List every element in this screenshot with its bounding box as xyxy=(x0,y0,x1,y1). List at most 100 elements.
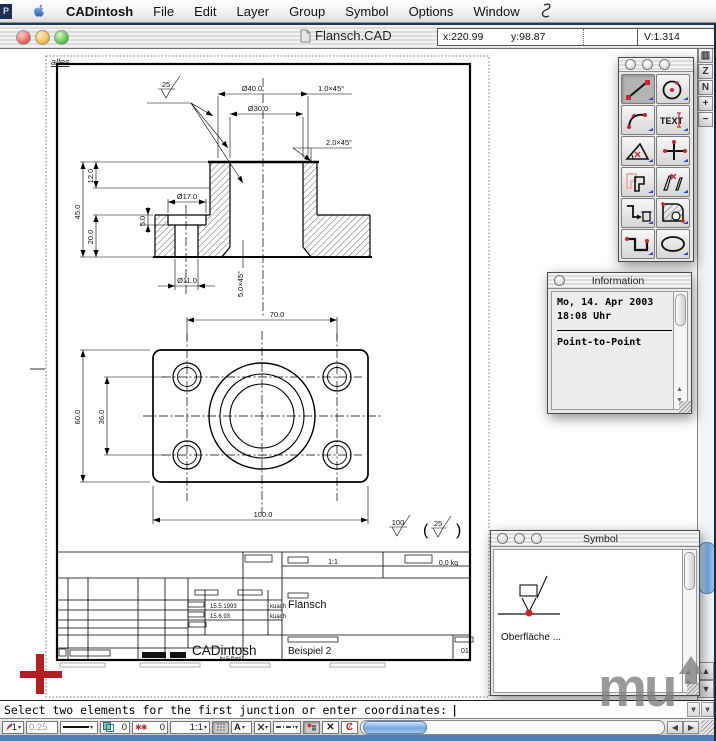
tb-name2: kuach xyxy=(270,614,286,620)
dim-70: 70.0 xyxy=(270,310,285,319)
palette-close-icon[interactable] xyxy=(625,59,636,70)
marks-field[interactable]: ✱✱ 0 xyxy=(132,721,168,734)
menu-file[interactable]: File xyxy=(143,0,184,22)
close-button[interactable] xyxy=(16,30,31,45)
drawing-frame xyxy=(57,64,470,660)
redraw-button[interactable]: ▥ xyxy=(698,48,713,63)
pen-selector[interactable]: 1 xyxy=(2,721,24,734)
surface-symbol-item[interactable]: Oberfläche ... xyxy=(494,550,682,692)
window-title-area: Flansch.CAD xyxy=(300,28,392,43)
tb-sheet: 01 xyxy=(461,648,469,655)
palette-zoom-icon[interactable] xyxy=(531,533,542,544)
line-width-value: 0.25 xyxy=(29,722,48,733)
window-titlebar[interactable]: Flansch.CAD x:220.99 y:98.87 V:1.314 xyxy=(0,25,716,49)
palette-close-icon[interactable] xyxy=(554,275,565,286)
tool-text[interactable]: TEXT xyxy=(656,105,690,135)
vertical-scroll-thumb[interactable] xyxy=(699,542,715,594)
symbol-scroll-up[interactable]: ▲ xyxy=(683,667,694,678)
script-menu-icon[interactable] xyxy=(530,0,563,22)
menu-app[interactable]: CADintosh xyxy=(56,0,143,22)
dash-style-selector[interactable] xyxy=(273,721,301,734)
info-scroll-thumb[interactable] xyxy=(675,294,686,326)
horizontal-scrollbar[interactable] xyxy=(360,720,665,735)
line-width-field[interactable]: 0.25 xyxy=(26,721,58,734)
tool-delete[interactable] xyxy=(621,198,655,228)
tool-edit[interactable] xyxy=(656,167,690,197)
tb-date1: 15.5.1993 xyxy=(210,604,237,610)
snap-point-icon xyxy=(307,723,317,732)
coord-divider xyxy=(583,29,637,45)
palette-collapse-icon[interactable] xyxy=(659,59,670,70)
symbol-scrollbar[interactable]: ▲ ▼ xyxy=(682,549,697,693)
tool-arc[interactable] xyxy=(621,105,655,135)
line-style-selector[interactable] xyxy=(60,721,98,734)
command-prompt[interactable]: Select two elements for the first juncti… xyxy=(0,703,447,717)
symbol-scroll-thumb[interactable] xyxy=(684,552,695,590)
menu-symbol[interactable]: Symbol xyxy=(335,0,398,22)
marks-icon: ✱✱ xyxy=(135,723,146,732)
tool-angle[interactable] xyxy=(621,136,655,166)
info-scroll-up[interactable]: ▲ xyxy=(674,384,685,395)
tool-circle[interactable] xyxy=(656,74,690,104)
tb-byline: by F-BamT xyxy=(220,656,245,662)
menu-group[interactable]: Group xyxy=(279,0,335,22)
grid-toggle[interactable] xyxy=(212,721,229,734)
apple-menu[interactable] xyxy=(22,0,56,22)
tool-line[interactable] xyxy=(621,74,655,104)
scroll-down-arrow[interactable]: ▼ xyxy=(698,680,714,698)
symbol-resize-grip[interactable] xyxy=(687,683,699,695)
tb-scale: 1:1 xyxy=(328,559,338,566)
zoom-window-button[interactable]: Z xyxy=(698,64,713,79)
scroll-left-arrow[interactable]: ◀ xyxy=(667,721,683,734)
tool-hatch[interactable] xyxy=(656,198,690,228)
menu-edit[interactable]: Edit xyxy=(184,0,226,22)
tb-name1: kuach xyxy=(270,604,286,610)
snap-toggle[interactable] xyxy=(303,721,320,734)
cancel-icon: ✕ xyxy=(326,722,334,733)
scroll-up-arrow[interactable]: ▲ xyxy=(698,662,714,680)
menu-options[interactable]: Options xyxy=(399,0,464,22)
symbol-content[interactable]: Oberfläche ... xyxy=(493,549,683,693)
tool-polyline[interactable] xyxy=(621,229,655,259)
zoom-in-button[interactable]: + xyxy=(698,96,713,111)
palette-dot-icon xyxy=(642,59,653,70)
dim-dia30: Ø30.0 xyxy=(248,104,268,113)
scroll-right-arrow[interactable]: ▶ xyxy=(683,721,699,734)
dim-100: 100.0 xyxy=(254,510,273,519)
menu-layer[interactable]: Layer xyxy=(227,0,280,22)
tool-copy-contour[interactable] xyxy=(621,167,655,197)
palette-close-icon[interactable] xyxy=(497,533,508,544)
menu-window[interactable]: Window xyxy=(463,0,529,22)
pen-icon xyxy=(5,722,12,732)
x-marker-icon xyxy=(257,723,264,731)
dim-dia17: Ø17.0 xyxy=(177,192,197,201)
prompt-history-arrow[interactable]: ▼ xyxy=(687,702,700,717)
info-resize-grip[interactable] xyxy=(679,401,691,413)
zoom-out-button[interactable]: − xyxy=(698,112,713,127)
minimize-button[interactable] xyxy=(35,30,50,45)
horizontal-scroll-thumb[interactable] xyxy=(363,721,427,734)
tool-axis[interactable] xyxy=(656,136,690,166)
point-style-selector[interactable] xyxy=(254,721,271,734)
symbol-palette-titlebar[interactable]: Symbol xyxy=(491,531,699,547)
tool-palette: TEXT xyxy=(618,57,694,262)
grid-icon xyxy=(216,722,226,732)
info-palette-titlebar[interactable]: Information xyxy=(548,273,691,289)
dim-dia40: Ø40.0 xyxy=(242,84,262,93)
font-selector[interactable]: A xyxy=(231,721,252,734)
zoom-normal-button[interactable]: N xyxy=(698,80,713,95)
status-bar[interactable]: Select two elements for the first juncti… xyxy=(0,700,716,718)
palette-minimize-icon[interactable] xyxy=(514,533,525,544)
prompt-dropdown-arrow[interactable]: ▼ xyxy=(701,702,714,717)
info-content: Mo, 14. Apr 2003 18:08 Uhr Point-to-Poin… xyxy=(551,291,675,410)
center-snap-button[interactable]: Ȼ xyxy=(341,721,358,734)
tool-palette-titlebar[interactable] xyxy=(619,58,693,72)
cancel-button[interactable]: ✕ xyxy=(322,721,339,734)
zoom-button[interactable] xyxy=(54,30,69,45)
title-block: 1:1 0,0 kg 15.5.1993 kuach 15.6.93 kuach… xyxy=(57,552,473,667)
tool-ellipse[interactable] xyxy=(656,229,690,259)
zoom-selector[interactable]: 1:1 xyxy=(170,721,210,734)
info-scrollbar[interactable]: ▲ ▼ xyxy=(673,291,688,410)
layer-selector[interactable]: 0 xyxy=(100,721,130,734)
grab-badge-icon: P xyxy=(0,4,12,19)
